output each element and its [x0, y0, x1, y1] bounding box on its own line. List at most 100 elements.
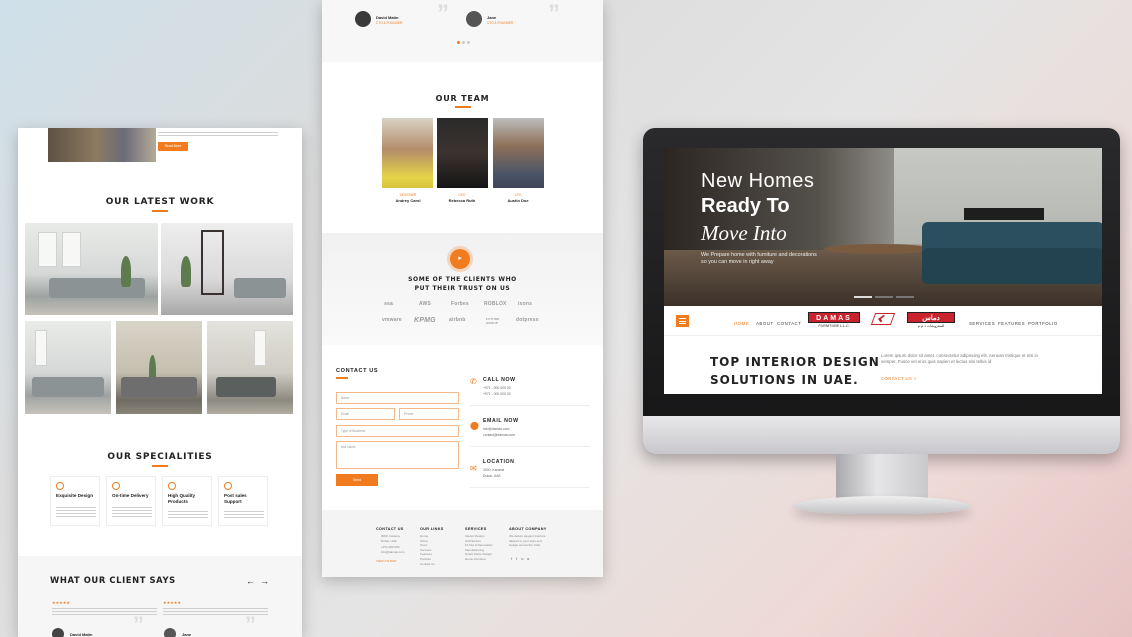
email-now-line: info@damas.com: [483, 427, 510, 431]
left-page-preview: Read More OUR LATEST WORK OUR SPECIALITI…: [18, 128, 302, 637]
testimonials-title: WHAT OUR CLIENT SAYS: [50, 575, 176, 585]
prev-arrow-icon[interactable]: ←: [246, 576, 255, 586]
play-button[interactable]: ▸: [450, 249, 470, 269]
client-logo: vmware: [382, 317, 402, 323]
send-button[interactable]: Send: [336, 474, 378, 486]
clients-title-line2: PUT THEIR TRUST ON US: [414, 284, 511, 292]
client-logo: KPMG: [414, 317, 436, 324]
latest-work-title: OUR LATEST WORK: [105, 197, 215, 207]
footer-link[interactable]: Contact Us: [420, 562, 435, 567]
location-title: LOCATION: [483, 459, 515, 465]
logo-subtext: FURNITURE L.L.C.: [818, 324, 850, 328]
nav-portfolio[interactable]: PORTFOLIO: [1028, 321, 1058, 326]
clients-title: SOME OF THE CLIENTS WHO PUT THEIR TRUST …: [322, 276, 603, 293]
contact-us-link[interactable]: CONTACT US »: [881, 376, 916, 381]
work-photo-5[interactable]: [207, 321, 293, 414]
client-logo: ixons: [518, 301, 533, 307]
menu-button[interactable]: [676, 315, 689, 327]
hero-subtitle-1: We Prepare home with furniture and decor…: [701, 252, 817, 258]
team-name: Rebecca Ruth: [448, 198, 476, 203]
team-role: CEO: [458, 193, 466, 197]
footer-text: budget across the UAE.: [509, 543, 541, 548]
quote-icon: ”: [245, 612, 256, 637]
team-role: DESIGNER: [399, 193, 417, 197]
footer-heading: SERVICES: [465, 527, 487, 531]
team-title: OUR TEAM: [435, 94, 490, 103]
speciality-title: High Quality Products: [168, 493, 196, 504]
team-photo-2[interactable]: [437, 118, 488, 188]
monitor-chin: [643, 416, 1120, 454]
youtube-icon[interactable]: ▸: [527, 556, 533, 561]
work-photo-1[interactable]: [25, 223, 158, 315]
speciality-title: Exquisite Design: [56, 493, 94, 498]
work-photo-2[interactable]: [161, 223, 293, 315]
location-line: 3000, Karama: [483, 468, 505, 472]
team-photo-1[interactable]: [382, 118, 433, 188]
contact-title: CONTACT US: [336, 368, 379, 374]
business-select[interactable]: Type of Business: [336, 425, 459, 437]
next-arrow-icon[interactable]: →: [260, 576, 269, 586]
nav-contact[interactable]: CONTACT: [777, 321, 801, 326]
client-logo: Forbes: [451, 301, 469, 307]
message-textarea[interactable]: Ask Name: [336, 441, 459, 469]
speciality-title: On-time Delivery: [112, 493, 149, 498]
contact-divider: [470, 405, 590, 406]
footer-link[interactable]: Home Furniture: [465, 557, 493, 562]
email-input[interactable]: Email: [336, 408, 395, 420]
hero-line2: Ready To: [701, 195, 790, 217]
specialities-title: OUR SPECIALITIES: [107, 452, 213, 462]
quality-icon: [168, 482, 176, 490]
work-photo-4[interactable]: [116, 321, 202, 414]
send-label: Send: [353, 478, 361, 482]
design-icon: [56, 482, 64, 490]
contact-underline: [336, 377, 348, 379]
rating-stars: ★★★★★: [163, 600, 181, 605]
call-now-line: +971 - 000 000 00: [483, 392, 511, 396]
footer: [322, 510, 603, 577]
speciality-title: Post sales Support: [224, 493, 247, 504]
contact-divider: [470, 446, 590, 447]
nav-services[interactable]: SERVICES: [969, 321, 995, 326]
quote-icon: ”: [437, 0, 449, 27]
quote-icon: ”: [133, 612, 144, 637]
team-photo-3[interactable]: [493, 118, 544, 188]
email-now-title: EMAIL NOW: [483, 418, 519, 424]
footer-col-links: Home About Team Services Features Portfo…: [420, 534, 435, 566]
hero-subtitle-2: so you can move in right away: [701, 259, 774, 265]
location-line: Dubai, UAE: [483, 474, 501, 478]
slider-dots[interactable]: [457, 41, 471, 44]
location-pin-icon: ⬤: [470, 421, 479, 430]
top-image-strip: [48, 128, 156, 162]
client-logo: AWS: [419, 301, 431, 307]
specialities-underline: [152, 465, 168, 467]
damas-logo[interactable]: DAMAS FURNITURE L.L.C.: [808, 312, 860, 330]
speciality-card-2: On-time Delivery: [106, 476, 156, 526]
work-photo-3[interactable]: [25, 321, 111, 414]
rating-stars: ★★★★★: [52, 600, 70, 605]
arabic-logo: دماس للمفروشات ذ.م.م: [907, 312, 955, 330]
phone-input[interactable]: Phone: [399, 408, 459, 420]
top-testimonial-strip: David Matin CTO & FOUNDER ” Jane CTO & F…: [322, 0, 603, 62]
read-more-button[interactable]: Read More: [158, 142, 188, 151]
quote-icon: ”: [548, 0, 560, 27]
client-name: David Matin: [70, 632, 93, 637]
contact-divider: [470, 487, 590, 488]
hero-line3: Move Into: [701, 221, 787, 245]
nav-home[interactable]: HOME: [734, 321, 749, 326]
footer-map-link[interactable]: VIEW ON MAP: [376, 559, 396, 563]
arabic-logo-text: دماس: [907, 312, 955, 323]
headline-line2: SOLUTIONS IN UAE.: [710, 373, 859, 387]
client-logo: dotpress: [516, 317, 539, 323]
footer-col-services: Interior Design Architecture Fit Out & R…: [465, 534, 493, 562]
client-name: Jane: [182, 632, 192, 637]
support-icon: [224, 482, 232, 490]
nav-about[interactable]: ABOUT: [756, 321, 774, 326]
name-input[interactable]: Name: [336, 392, 459, 404]
avatar: [355, 11, 371, 27]
phone-icon: ✆: [470, 377, 477, 386]
monitor-stand-neck: [836, 454, 928, 500]
speciality-card-4: Post sales Support: [218, 476, 268, 526]
mail-icon: ✉: [470, 464, 477, 473]
footer-text: We deliver elegant interiors: [509, 534, 546, 538]
nav-features[interactable]: FEATURES: [998, 321, 1025, 326]
